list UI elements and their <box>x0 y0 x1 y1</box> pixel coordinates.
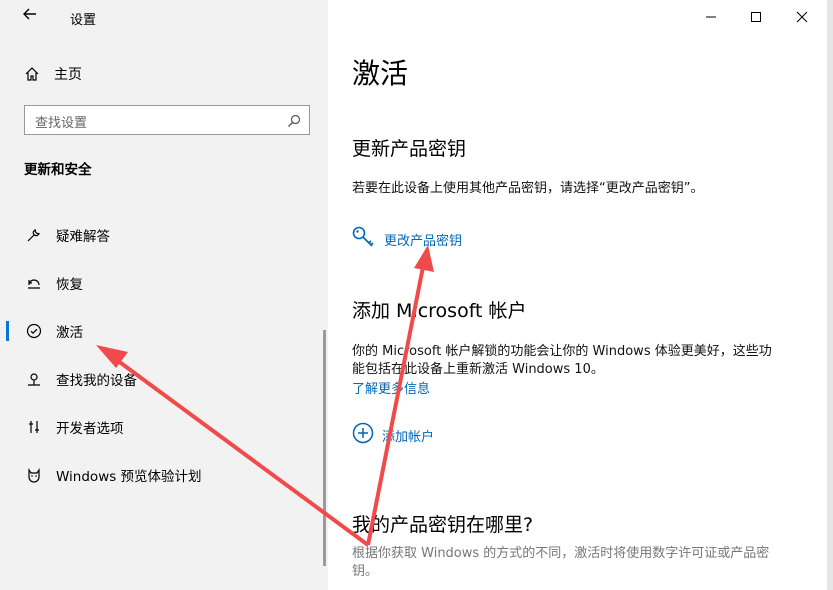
minimize-icon[interactable] <box>700 6 722 28</box>
sidebar-item-troubleshoot[interactable]: 疑难解答 <box>0 215 328 255</box>
developer-tools-icon <box>24 417 44 437</box>
sidebar-item-label: 开发者选项 <box>56 421 124 437</box>
update-key-heading: 更新产品密钥 <box>352 138 467 160</box>
key-icon <box>352 226 376 252</box>
sidebar-item-find-device[interactable]: 查找我的设备 <box>0 359 328 399</box>
maximize-icon[interactable] <box>745 6 767 28</box>
window-edge <box>827 0 833 590</box>
app-title: 设置 <box>70 13 97 28</box>
change-product-key-label: 更改产品密钥 <box>384 233 463 249</box>
add-account-label: 添加帐户 <box>382 429 435 445</box>
where-key-description-line1: 根据你获取 Windows 的方式的不同，激活时将使用数字许可证或产品密 <box>352 546 770 561</box>
where-key-description-line2: 钥。 <box>352 564 379 579</box>
sidebar-item-label: 激活 <box>56 325 83 341</box>
home-icon <box>24 66 40 82</box>
close-icon[interactable] <box>791 6 813 28</box>
sidebar-scrollbar[interactable] <box>323 330 326 566</box>
back-arrow-icon[interactable] <box>22 6 44 28</box>
ms-account-description-line1: 你的 Microsoft 帐户解锁的功能会让你的 Windows 体验更美好，这… <box>352 344 772 359</box>
sidebar-item-home[interactable]: 主页 <box>24 64 82 84</box>
add-circle-icon <box>352 422 374 448</box>
section-title: 更新和安全 <box>24 162 92 178</box>
sidebar-item-activation[interactable]: 激活 <box>0 311 328 351</box>
where-key-heading: 我的产品密钥在哪里? <box>352 514 534 536</box>
sidebar-item-developer[interactable]: 开发者选项 <box>0 407 328 447</box>
find-device-icon <box>24 369 44 389</box>
search-icon[interactable] <box>287 113 301 132</box>
insider-cat-icon <box>24 465 44 485</box>
check-circle-icon <box>24 321 44 341</box>
sidebar-item-label: 查找我的设备 <box>56 373 137 389</box>
add-account-link[interactable]: 添加帐户 <box>352 422 434 448</box>
ms-account-description-line2: 能包括在此设备上重新激活 Windows 10。 <box>352 362 604 377</box>
search-placeholder: 查找设置 <box>35 116 88 131</box>
ms-account-heading: 添加 Microsoft 帐户 <box>352 300 527 322</box>
home-label: 主页 <box>54 67 82 83</box>
update-key-description: 若要在此设备上使用其他产品密钥，请选择“更改产品密钥”。 <box>352 181 704 196</box>
sidebar-item-label: Windows 预览体验计划 <box>56 469 202 485</box>
sidebar-item-label: 疑难解答 <box>56 229 110 245</box>
settings-sidebar: 设置 主页 查找设置 更新和安全 疑难解答 恢复 激活 查找我的设备 开发者选项… <box>0 0 328 590</box>
page-title: 激活 <box>352 57 409 90</box>
learn-more-link[interactable]: 了解更多信息 <box>352 378 430 397</box>
sidebar-item-recovery[interactable]: 恢复 <box>0 263 328 303</box>
search-input[interactable]: 查找设置 <box>24 105 310 135</box>
sidebar-item-insider[interactable]: Windows 预览体验计划 <box>0 455 328 495</box>
recovery-icon <box>24 273 44 293</box>
sidebar-item-label: 恢复 <box>56 277 83 293</box>
wrench-icon <box>24 225 44 245</box>
change-product-key-link[interactable]: 更改产品密钥 <box>352 226 462 252</box>
